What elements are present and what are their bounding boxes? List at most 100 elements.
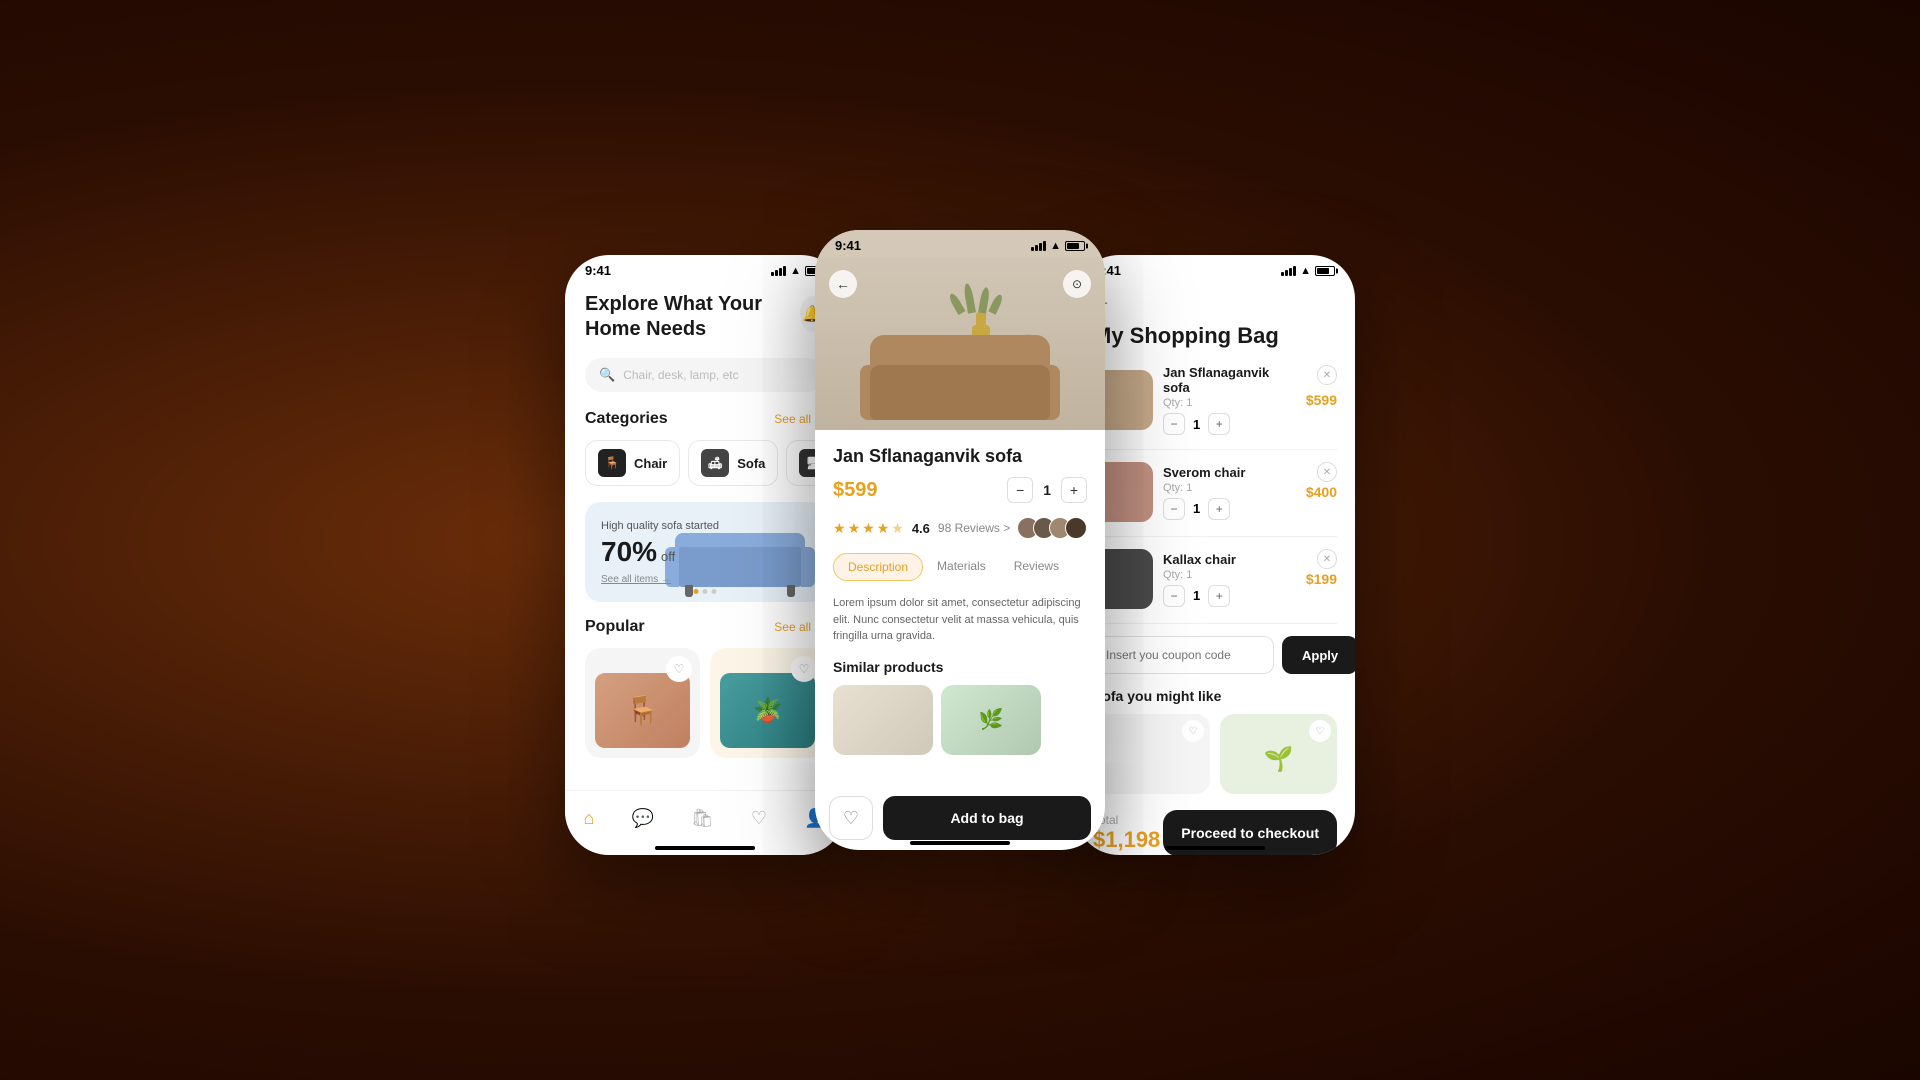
cart-remove-1[interactable]: ✕ [1317, 365, 1337, 385]
suggestions-row: ♡ ♡ 🌱 [1093, 714, 1337, 794]
wifi-icon-2: ▲ [1050, 240, 1061, 252]
cart-item-name-1: Jan Sflanaganvik sofa [1163, 365, 1296, 395]
suggestions-title: Sofa you might like [1093, 688, 1337, 704]
product-description: Lorem ipsum dolor sit amet, consectetur … [833, 595, 1087, 645]
apply-label: Apply [1302, 648, 1338, 663]
suggest-heart-2[interactable]: ♡ [1309, 720, 1331, 742]
cart-qty-val-2: 1 [1193, 501, 1200, 516]
divider-2 [1093, 536, 1337, 537]
cart-qty-increase-1[interactable]: + [1208, 413, 1230, 435]
home-content: Explore What Your Home Needs 🔔 🔍 Chair, … [565, 292, 845, 758]
heart-icon: ♡ [843, 808, 859, 829]
promo-banner[interactable]: High quality sofa started 70% off See al… [585, 502, 825, 602]
popular-title: Popular [585, 618, 645, 636]
cart-item-info-1: Jan Sflanaganvik sofa Qty: 1 − 1 + [1163, 365, 1296, 435]
category-label-sofa: Sofa [737, 456, 765, 471]
cart-qty-row-1: − 1 + [1163, 413, 1296, 435]
cart-qty-val-3: 1 [1193, 588, 1200, 603]
price-qty-row: $599 − 1 + [833, 477, 1087, 503]
nav-bag[interactable]: 🛍 [691, 808, 714, 829]
promo-link[interactable]: See all items → [601, 574, 719, 585]
category-chip-sofa[interactable]: 🛋 Sofa [688, 440, 778, 486]
product-actions: ♡ Add to bag [829, 796, 1091, 840]
coupon-input[interactable] [1093, 636, 1274, 674]
tab-description[interactable]: Description [833, 553, 923, 581]
cart-qty-row-3: − 1 + [1163, 585, 1296, 607]
suggest-heart-1[interactable]: ♡ [1182, 720, 1204, 742]
reviewer-avatar-4 [1065, 517, 1087, 539]
cart-remove-3[interactable]: ✕ [1317, 549, 1337, 569]
cart-item-info-3: Kallax chair Qty: 1 − 1 + [1163, 552, 1296, 607]
promo-subtitle: High quality sofa started [601, 520, 719, 532]
reviewer-avatars [1023, 517, 1087, 539]
signal-icon-2 [1031, 241, 1046, 251]
qty-decrease-button[interactable]: − [1007, 477, 1033, 503]
divider-3 [1093, 623, 1337, 624]
similar-product-2[interactable]: 🌿 [941, 685, 1041, 755]
star-rating: ★ ★ ★ ★ ★ [833, 520, 904, 537]
review-count[interactable]: 98 Reviews > [938, 521, 1010, 535]
category-chip-chair[interactable]: 🪑 Chair [585, 440, 680, 486]
popular-card-table[interactable]: ♡ 🪴 [710, 648, 825, 758]
phone-product: 9:41 ▲ ← ⊙ [815, 230, 1105, 850]
cart-item-name-2: Sverom chair [1163, 465, 1296, 480]
cart-qty-row-2: − 1 + [1163, 498, 1296, 520]
apply-coupon-button[interactable]: Apply [1282, 636, 1355, 674]
popular-card-chair[interactable]: ♡ 🪑 [585, 648, 700, 758]
tab-materials[interactable]: Materials [923, 553, 1000, 581]
promo-dots [694, 589, 717, 594]
tab-reviews[interactable]: Reviews [1000, 553, 1073, 581]
cart-item-qty-label-1: Qty: 1 [1163, 397, 1296, 409]
categories-title: Categories [585, 410, 668, 428]
status-time-2: 9:41 [835, 238, 861, 253]
nav-chat[interactable]: 💬 [631, 808, 653, 829]
cart-qty-decrease-3[interactable]: − [1163, 585, 1185, 607]
cart-back-button[interactable]: ← [1093, 290, 1337, 311]
favorite-button[interactable]: ♡ [829, 796, 873, 840]
suggest-card-1[interactable]: ♡ [1093, 714, 1210, 794]
star-5: ★ [891, 520, 904, 537]
battery-icon-2 [1065, 241, 1085, 251]
back-button[interactable]: ← [829, 270, 857, 298]
status-bar-1: 9:41 ▲ [565, 255, 845, 282]
wishlist-table-button[interactable]: ♡ [791, 656, 817, 682]
cart-remove-2[interactable]: ✕ [1317, 462, 1337, 482]
nav-home[interactable]: ⌂ [584, 808, 595, 829]
home-nav-icon: ⌂ [584, 808, 595, 829]
home-indicator-2 [910, 841, 1010, 845]
cart-qty-val-1: 1 [1193, 417, 1200, 432]
cart-item-1: Jan Sflanaganvik sofa Qty: 1 − 1 + ✕ $59… [1093, 365, 1337, 435]
rating-score: 4.6 [912, 521, 930, 536]
table-product-image: 🪴 [720, 673, 815, 748]
cart-qty-decrease-1[interactable]: − [1163, 413, 1185, 435]
cart-item-name-3: Kallax chair [1163, 552, 1296, 567]
cart-qty-decrease-2[interactable]: − [1163, 498, 1185, 520]
cart-qty-increase-2[interactable]: + [1208, 498, 1230, 520]
total-section: Total $1,198 [1093, 813, 1160, 853]
home-indicator-3 [1165, 846, 1265, 850]
home-header: Explore What Your Home Needs 🔔 [585, 292, 825, 342]
add-to-bag-button[interactable]: Add to bag [883, 796, 1091, 840]
phone-cart: 9:41 ▲ ← My Shopping Bag [1075, 255, 1355, 855]
cart-title: My Shopping Bag [1093, 323, 1337, 349]
search-input[interactable]: Chair, desk, lamp, etc [623, 368, 738, 382]
search-bar[interactable]: 🔍 Chair, desk, lamp, etc [585, 358, 825, 392]
nav-wishlist[interactable]: ♡ [751, 808, 767, 829]
rating-row: ★ ★ ★ ★ ★ 4.6 98 Reviews > [833, 517, 1087, 539]
cart-item-right-3: ✕ $199 [1306, 571, 1337, 587]
chair-category-image: 🪑 [598, 449, 626, 477]
bag-nav-icon: 🛍 [691, 808, 714, 829]
categories-section-header: Categories See all → [585, 410, 825, 428]
cart-qty-increase-3[interactable]: + [1208, 585, 1230, 607]
cart-item-price-1: $599 [1306, 392, 1337, 408]
wishlist-chair-button[interactable]: ♡ [666, 656, 692, 682]
total-amount: $1,198 [1093, 827, 1160, 853]
status-icons-3: ▲ [1281, 265, 1335, 277]
ar-view-button[interactable]: ⊙ [1063, 270, 1091, 298]
status-time-1: 9:41 [585, 263, 611, 278]
suggest-card-2[interactable]: ♡ 🌱 [1220, 714, 1337, 794]
qty-increase-button[interactable]: + [1061, 477, 1087, 503]
search-icon: 🔍 [599, 367, 615, 383]
similar-product-1[interactable] [833, 685, 933, 755]
categories-row: 🪑 Chair 🛋 Sofa 🖥 Desk [585, 440, 825, 486]
